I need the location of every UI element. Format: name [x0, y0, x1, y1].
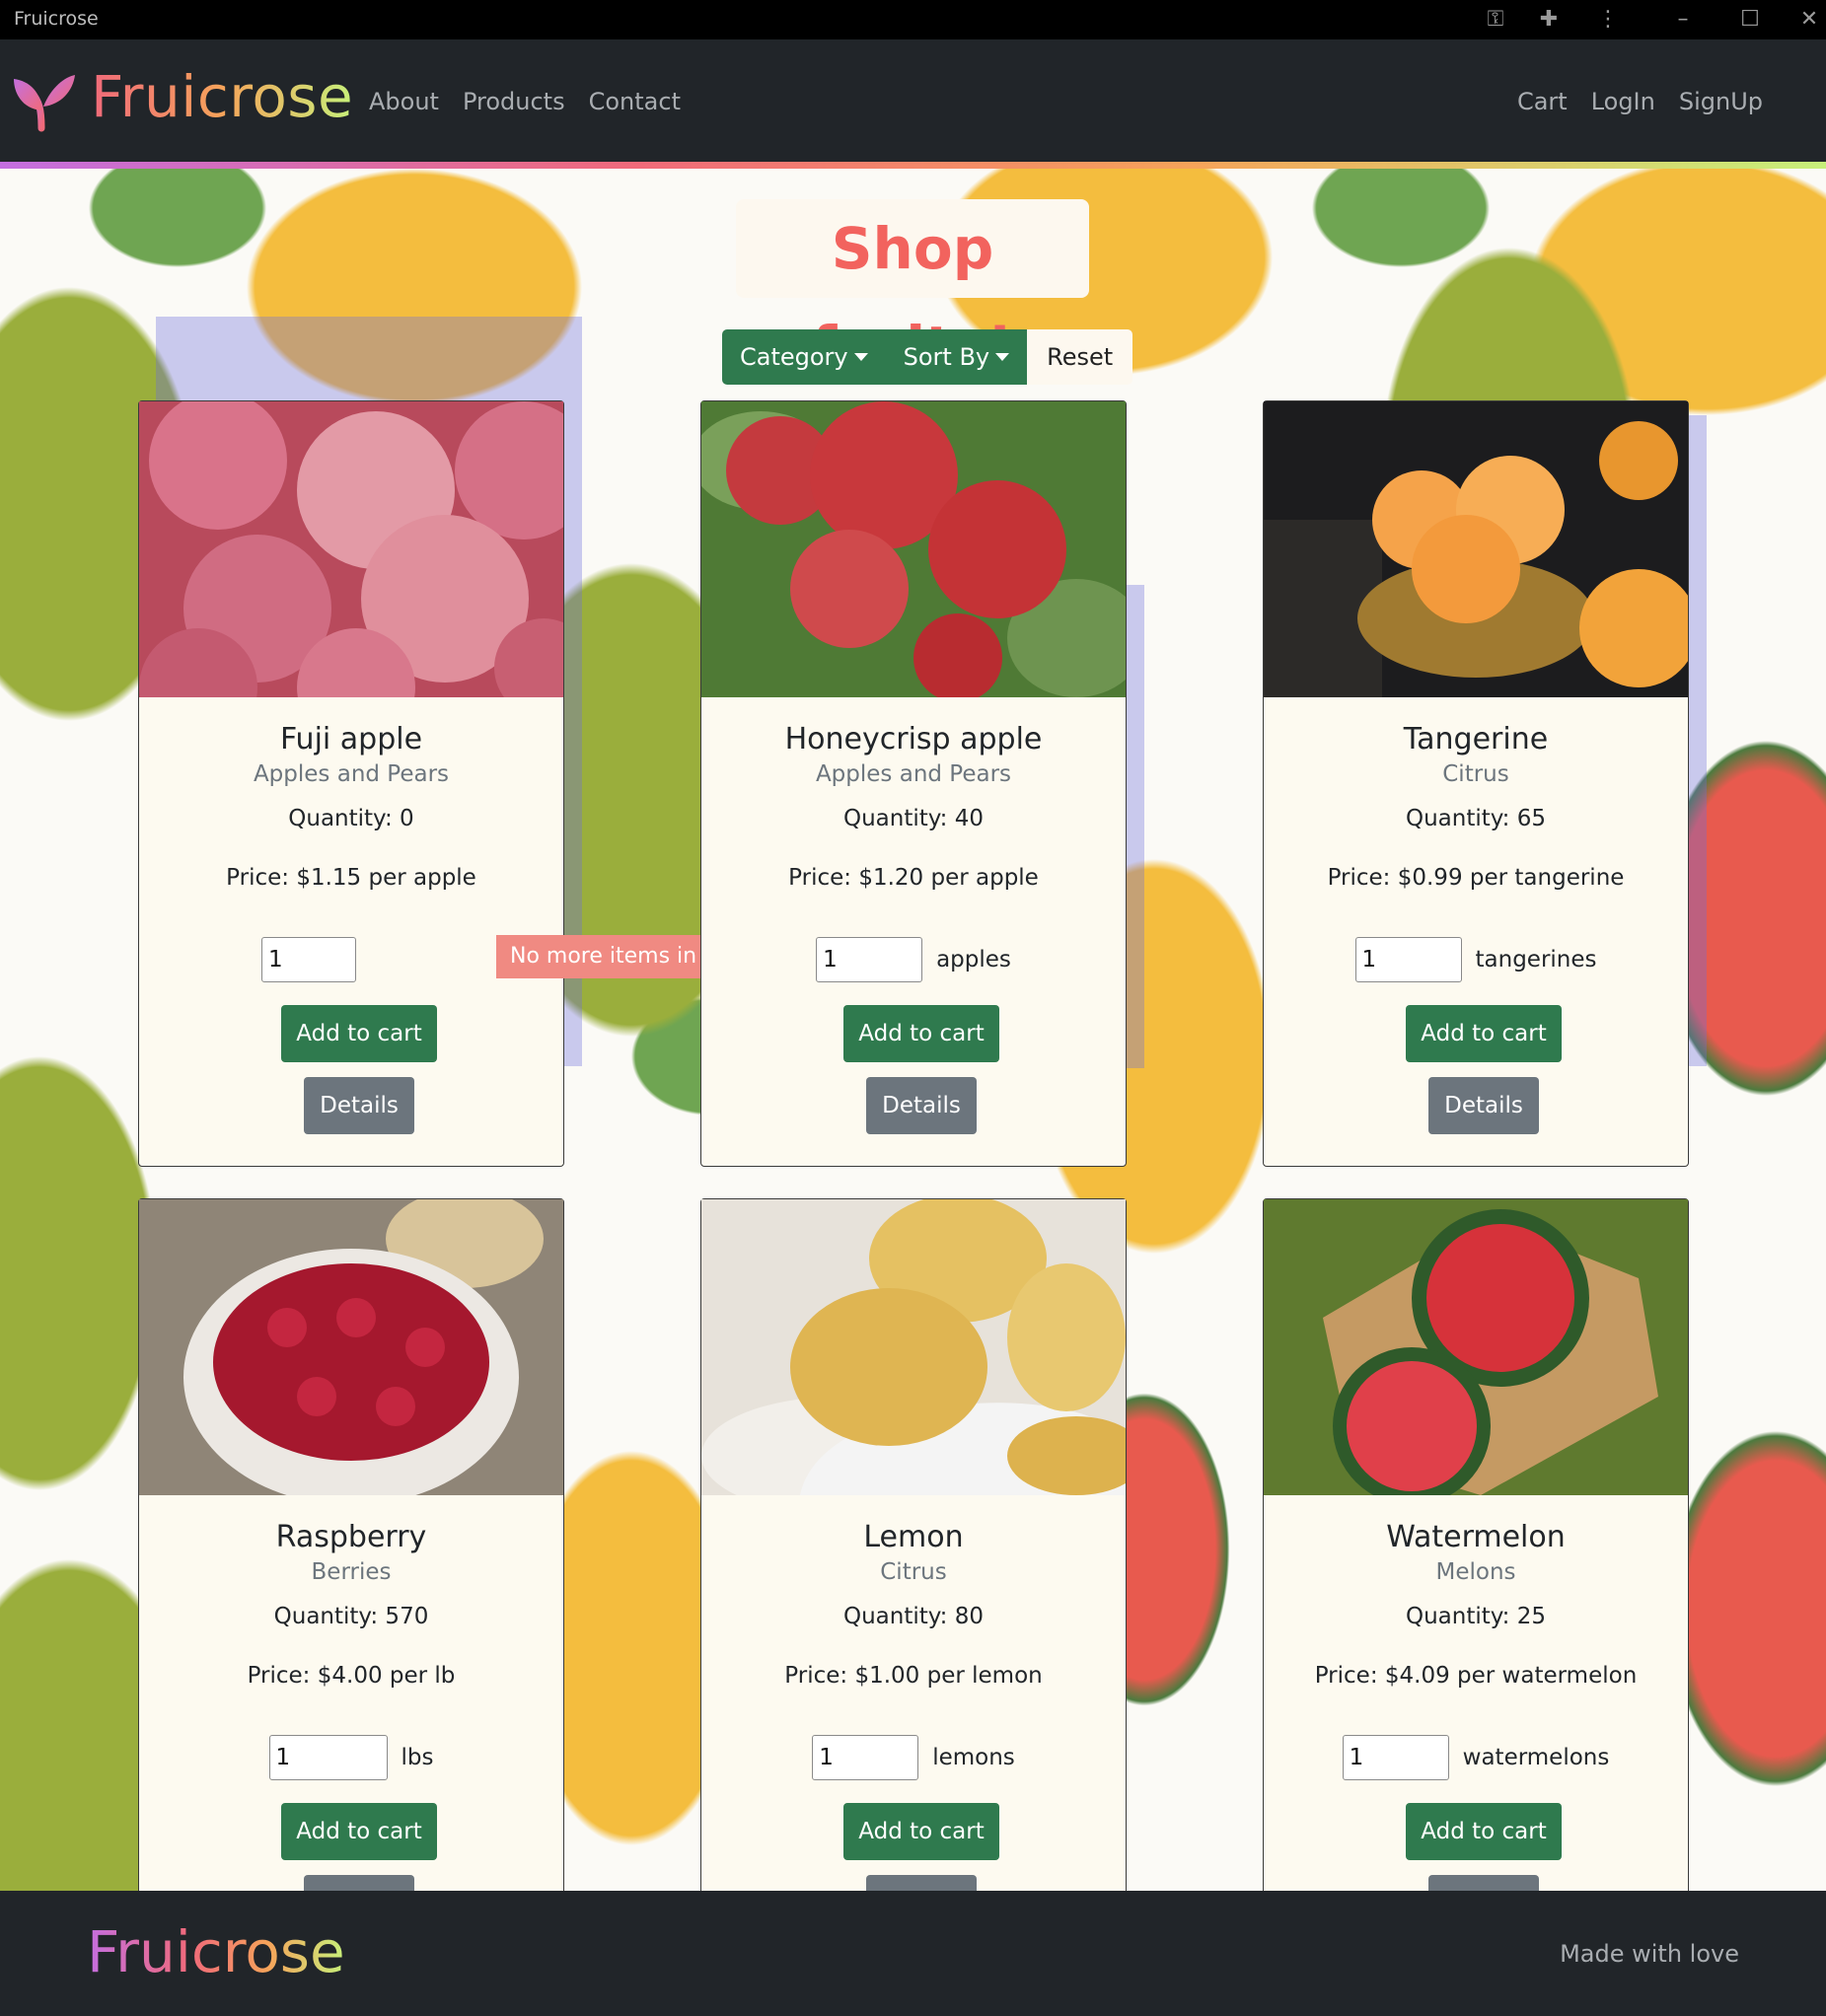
nav-link-signup[interactable]: SignUp [1679, 88, 1763, 115]
chevron-down-icon [995, 353, 1010, 361]
product-card-lemon: Lemon Citrus Quantity: 80 Price: $1.00 p… [700, 1198, 1127, 1891]
product-card-raspberry: Raspberry Berries Quantity: 570 Price: $… [138, 1198, 564, 1891]
chevron-down-icon [853, 353, 868, 361]
footer-tagline: Made with love [1560, 1940, 1739, 1968]
quantity-input[interactable] [812, 1735, 919, 1780]
details-button[interactable] [866, 1875, 977, 1891]
quantity-input[interactable] [1342, 1735, 1449, 1780]
add-to-cart-button[interactable]: Add to cart [843, 1005, 999, 1062]
fuji-apple-image[interactable] [139, 401, 563, 697]
product-category: Apples and Pears [815, 761, 1012, 787]
details-button[interactable]: Details [304, 1077, 414, 1134]
product-quantity: Quantity: 0 [288, 806, 414, 831]
product-card-watermelon: Watermelon Melons Quantity: 25 Price: $4… [1263, 1198, 1689, 1891]
details-button[interactable]: Details [866, 1077, 977, 1134]
quantity-input[interactable] [1354, 937, 1462, 982]
main-content: Shop fruits! Category Sort By Reset Fuji… [0, 169, 1826, 1891]
quantity-unit: tangerines [1475, 947, 1597, 972]
nav-link-contact[interactable]: Contact [589, 88, 681, 115]
navbar: Fruicrose About Products Contact Cart Lo… [0, 39, 1826, 162]
footer: Fruicrose Made with love [0, 1891, 1826, 2016]
product-name: Tangerine [1403, 722, 1549, 756]
add-to-cart-button[interactable]: Add to cart [1406, 1803, 1562, 1860]
details-button[interactable] [1428, 1875, 1539, 1891]
product-name: Honeycrisp apple [784, 722, 1043, 756]
nav-link-products[interactable]: Products [463, 88, 565, 115]
product-card-honeycrisp-apple: Honeycrisp apple Apples and Pears Quanti… [700, 400, 1127, 1167]
nav-links-right: Cart LogIn SignUp [1517, 88, 1763, 115]
product-price: Price: $0.99 per tangerine [1327, 865, 1625, 891]
quantity-row: tangerines [1264, 937, 1688, 982]
product-quantity: Quantity: 570 [273, 1604, 429, 1629]
product-card-fuji-apple: Fuji apple Apples and Pears Quantity: 0 … [138, 400, 784, 1167]
quantity-unit: watermelons [1462, 1745, 1610, 1770]
product-category: Apples and Pears [253, 761, 450, 787]
sort-by-label: Sort By [903, 343, 990, 371]
sprout-logo-icon[interactable] [12, 71, 77, 132]
product-price: Price: $1.00 per lemon [784, 1663, 1043, 1689]
filter-controls: Category Sort By Reset [722, 329, 1133, 385]
product-quantity: Quantity: 80 [842, 1604, 985, 1629]
tangerine-image[interactable] [1264, 401, 1688, 697]
footer-brand[interactable]: Fruicrose [87, 1918, 345, 1985]
brand-name[interactable]: Fruicrose [91, 63, 353, 130]
watermelon-image[interactable] [1264, 1199, 1688, 1495]
page-title: Shop fruits! [812, 215, 1013, 381]
key-icon[interactable]: ⚿ [1480, 4, 1511, 36]
minimize-icon[interactable]: – [1667, 4, 1699, 36]
product-category: Citrus [1442, 761, 1509, 787]
more-options-icon[interactable]: ⋮ [1592, 4, 1624, 36]
add-to-cart-button[interactable]: Add to cart [281, 1005, 437, 1062]
nav-link-login[interactable]: LogIn [1591, 88, 1655, 115]
product-quantity: Quantity: 25 [1405, 1604, 1547, 1629]
quantity-unit: lbs [401, 1745, 434, 1770]
window-title-bar: Fruicrose ⚿ ✚ ⋮ – ☐ ✕ [0, 0, 1826, 39]
product-category: Melons [1435, 1559, 1516, 1585]
details-button[interactable] [304, 1875, 414, 1891]
product-category: Berries [311, 1559, 392, 1585]
product-price: Price: $1.20 per apple [788, 865, 1039, 891]
product-category: Citrus [880, 1559, 947, 1585]
lemon-image[interactable] [701, 1199, 1126, 1495]
product-card-tangerine: Tangerine Citrus Quantity: 65 Price: $0.… [1263, 400, 1689, 1167]
reset-button[interactable]: Reset [1027, 329, 1133, 385]
category-dropdown-button[interactable]: Category [722, 329, 886, 385]
add-to-cart-button[interactable]: Add to cart [1406, 1005, 1562, 1062]
add-to-cart-button[interactable]: Add to cart [281, 1803, 437, 1860]
quantity-unit: lemons [932, 1745, 1015, 1770]
maximize-icon[interactable]: ☐ [1734, 4, 1766, 36]
add-to-cart-button[interactable]: Add to cart [843, 1803, 999, 1860]
quantity-row: watermelons [1264, 1735, 1688, 1780]
product-name: Lemon [863, 1520, 964, 1554]
category-label: Category [740, 343, 848, 371]
nav-link-about[interactable]: About [369, 88, 439, 115]
quantity-input[interactable] [816, 937, 923, 982]
product-price: Price: $1.15 per apple [226, 865, 476, 891]
navbar-gradient-divider [0, 162, 1826, 169]
heading-box: Shop fruits! [736, 199, 1089, 381]
nav-links-left: About Products Contact [369, 88, 681, 115]
close-icon[interactable]: ✕ [1793, 4, 1825, 36]
quantity-row: apples [701, 937, 1126, 982]
details-button[interactable]: Details [1428, 1077, 1539, 1134]
window-title: Fruicrose [14, 8, 99, 30]
raspberry-image[interactable] [139, 1199, 563, 1495]
honeycrisp-apple-image[interactable] [701, 401, 1126, 697]
product-name: Raspberry [275, 1520, 427, 1554]
product-name: Fuji apple [279, 722, 423, 756]
quantity-input[interactable] [268, 1735, 388, 1780]
product-price: Price: $4.00 per lb [247, 1663, 456, 1689]
product-price: Price: $4.09 per watermelon [1314, 1663, 1638, 1689]
quantity-row: lemons [701, 1735, 1126, 1780]
sort-by-dropdown-button[interactable]: Sort By [885, 329, 1028, 385]
quantity-input[interactable] [261, 937, 356, 982]
product-quantity: Quantity: 40 [842, 806, 985, 831]
product-quantity: Quantity: 65 [1405, 806, 1547, 831]
quantity-row: lbs [139, 1735, 563, 1780]
extensions-icon[interactable]: ✚ [1533, 4, 1565, 36]
quantity-unit: apples [936, 947, 1011, 972]
nav-link-cart[interactable]: Cart [1517, 88, 1568, 115]
product-name: Watermelon [1386, 1520, 1566, 1554]
